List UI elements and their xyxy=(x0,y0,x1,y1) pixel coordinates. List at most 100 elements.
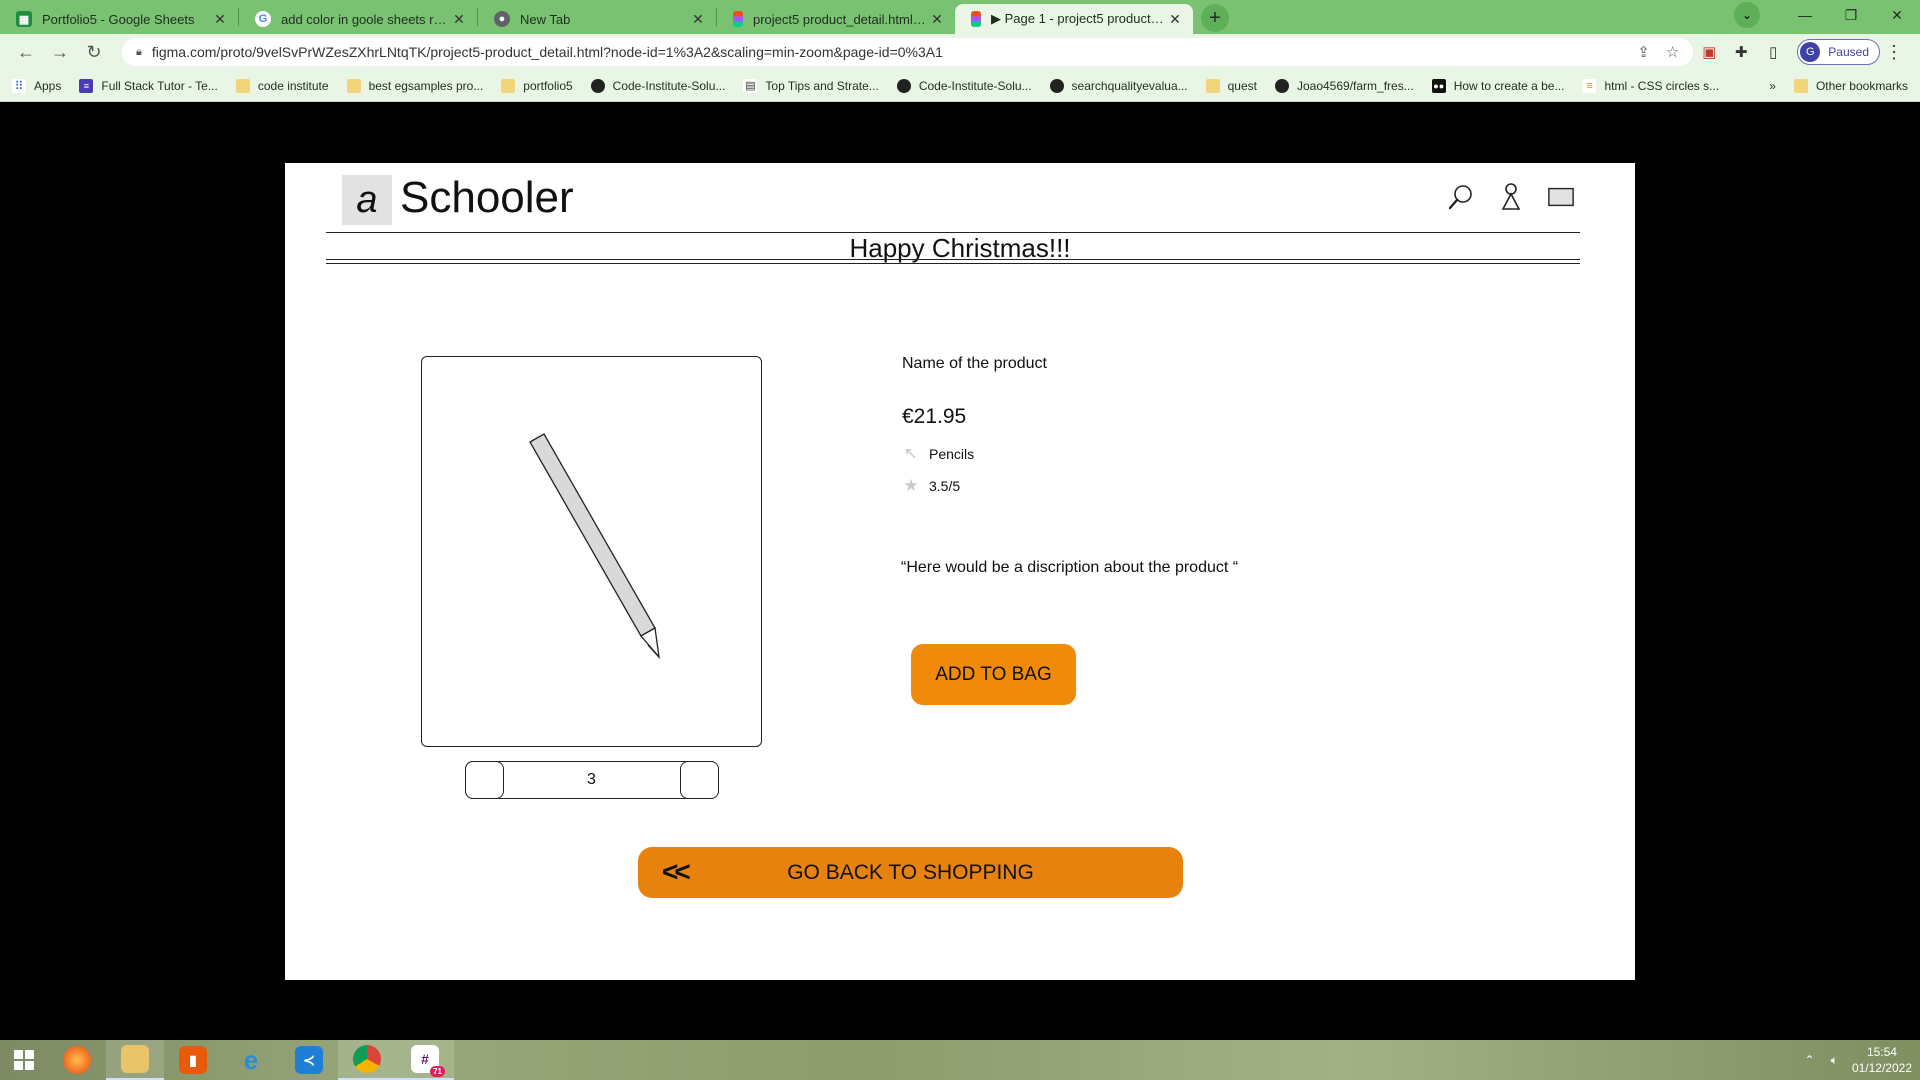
site-icon xyxy=(1049,78,1064,93)
bookmark-item[interactable]: ≡ html - CSS circles s... xyxy=(1582,78,1720,93)
logo-text[interactable]: Schooler xyxy=(400,173,574,223)
product-name: Name of the product xyxy=(902,355,1047,372)
back-arrow-icon[interactable]: ← xyxy=(12,42,40,63)
bookmark-label: Apps xyxy=(34,78,62,93)
account-icon[interactable] xyxy=(1497,183,1525,211)
chrome-icon[interactable] xyxy=(338,1040,396,1080)
chrome-icon: ● xyxy=(494,11,510,27)
kebab-menu-icon[interactable]: ⋮ xyxy=(1880,42,1908,63)
product-detail-frame: a Schooler Happy Christmas!!! 3 Name of … xyxy=(285,163,1635,980)
github-icon xyxy=(590,78,605,93)
notification-badge: 71 xyxy=(430,1066,445,1077)
bookmark-label: Other bookmarks xyxy=(1815,78,1908,93)
figma-icon xyxy=(971,11,981,27)
tab-google-search[interactable]: G add color in goole sheets row - G ✕ xyxy=(239,4,477,34)
product-image xyxy=(421,356,762,747)
bookmark-item[interactable]: Code-Institute-Solu... xyxy=(896,78,1032,93)
tab-portfolio5-sheets[interactable]: ▦ Portfolio5 - Google Sheets ✕ xyxy=(0,4,238,34)
url-text[interactable]: figma.com/proto/9velSvPrWZesZXhrLNtqTK/p… xyxy=(152,44,1621,60)
banner-bottom-line xyxy=(326,259,1580,260)
side-panel-icon[interactable]: ▯ xyxy=(1757,43,1789,61)
profile-button[interactable]: G Paused xyxy=(1797,39,1880,65)
github-icon xyxy=(1274,78,1289,93)
bookmark-label: searchqualityevalua... xyxy=(1071,78,1188,93)
add-to-bag-button[interactable]: ADD TO BAG xyxy=(911,644,1076,705)
tab-search-chevron-icon[interactable]: ⌄ xyxy=(1734,2,1760,28)
category-label: Pencils xyxy=(929,446,975,462)
bookmark-apps[interactable]: ⠿ Apps xyxy=(12,78,62,93)
bookmark-item[interactable]: ●● How to create a be... xyxy=(1431,78,1565,93)
figma-icon xyxy=(733,11,743,27)
stackoverflow-icon: ≡ xyxy=(1582,78,1597,93)
forward-arrow-icon[interactable]: → xyxy=(46,42,74,63)
bookmark-item[interactable]: ▤ Top Tips and Strate... xyxy=(743,78,879,93)
tab-figma-file[interactable]: project5 product_detail.html – Fi ✕ xyxy=(717,4,955,34)
increment-button[interactable] xyxy=(679,760,719,799)
bookmark-label: html - CSS circles s... xyxy=(1604,78,1720,93)
bookmark-label: Top Tips and Strate... xyxy=(765,78,879,93)
other-bookmarks[interactable]: Other bookmarks xyxy=(1793,78,1908,93)
bookmark-item[interactable]: Code-Institute-Solu... xyxy=(590,78,725,93)
close-icon[interactable]: ✕ xyxy=(929,11,945,28)
puzzle-extensions-icon[interactable]: ✚ xyxy=(1725,43,1757,61)
internet-explorer-icon[interactable]: e xyxy=(222,1040,280,1080)
product-category[interactable]: ↖ Pencils xyxy=(902,444,975,463)
overflow-chevron-icon: » xyxy=(1769,78,1776,93)
window-close-icon[interactable]: ✕ xyxy=(1874,7,1920,24)
reload-icon[interactable]: ↻ xyxy=(80,42,108,63)
close-icon[interactable]: ✕ xyxy=(212,11,228,28)
windows-start-icon[interactable] xyxy=(0,1040,48,1080)
bookmark-item[interactable]: searchqualityevalua... xyxy=(1049,78,1188,93)
bookmark-item[interactable]: Joao4569/farm_fres... xyxy=(1274,78,1414,93)
bookmark-label: Code-Institute-Solu... xyxy=(918,78,1032,93)
bookmark-star-icon[interactable]: ☆ xyxy=(1666,43,1679,61)
product-description: “Here would be a discription about the p… xyxy=(901,559,1239,576)
slack-icon[interactable]: #71 xyxy=(396,1040,454,1080)
vscode-icon[interactable]: ≺ xyxy=(280,1040,338,1080)
close-icon[interactable]: ✕ xyxy=(1167,11,1183,28)
minimize-icon[interactable]: — xyxy=(1782,7,1828,23)
extension-icon[interactable]: ▣ xyxy=(1693,43,1725,61)
logo-letter: a xyxy=(356,178,378,221)
go-back-to-shopping-button[interactable]: << GO BACK TO SHOPPING xyxy=(638,847,1183,898)
rating-value: 3.5/5 xyxy=(929,478,961,494)
restore-icon[interactable]: ❐ xyxy=(1828,7,1874,24)
search-icon[interactable] xyxy=(1447,183,1475,211)
lock-icon[interactable]: 🔒︎ xyxy=(136,46,142,59)
firefox-icon[interactable] xyxy=(48,1040,106,1080)
bookmark-folder[interactable]: quest xyxy=(1205,78,1257,93)
quantity-stepper[interactable]: 3 xyxy=(464,760,719,799)
office-icon[interactable]: ▮ xyxy=(164,1040,222,1080)
volume-icon[interactable]: 🔈︎ xyxy=(1831,1053,1838,1068)
bookmarks-bar: ⠿ Apps ≡ Full Stack Tutor - Te... code ins… xyxy=(0,70,1920,102)
logo-mark[interactable]: a xyxy=(342,175,392,225)
bookmark-label: portfolio5 xyxy=(523,78,573,93)
bookmark-folder[interactable]: best egsamples pro... xyxy=(346,78,483,93)
tab-new-tab[interactable]: ● New Tab ✕ xyxy=(478,4,716,34)
clock[interactable]: 15:54 01/12/2022 xyxy=(1852,1044,1912,1076)
pencil-icon xyxy=(529,433,660,660)
tab-figma-prototype[interactable]: ▶ Page 1 - project5 product_det ✕ xyxy=(955,4,1193,34)
bookmarks-overflow-button[interactable]: » xyxy=(1769,79,1776,93)
bookmark-folder[interactable]: portfolio5 xyxy=(501,78,573,93)
share-icon[interactable]: ⇪ xyxy=(1637,43,1650,61)
close-icon[interactable]: ✕ xyxy=(690,11,706,28)
avatar: G xyxy=(1800,42,1821,62)
folder-icon xyxy=(1793,78,1808,93)
bookmark-folder[interactable]: code institute xyxy=(235,78,329,93)
star-icon: ★ xyxy=(903,476,919,495)
new-tab-button[interactable]: + xyxy=(1201,4,1229,32)
address-bar[interactable]: 🔒︎ figma.com/proto/9velSvPrWZesZXhrLNtqT… xyxy=(122,38,1694,66)
bag-icon[interactable] xyxy=(1547,183,1575,211)
bookmark-item[interactable]: ≡ Full Stack Tutor - Te... xyxy=(79,78,218,93)
banner-bottom-line xyxy=(326,263,1580,264)
folder-icon xyxy=(346,78,361,93)
site-icon: ≡ xyxy=(79,78,94,93)
windows-taskbar: ▮ e ≺ #71 ⌃ 🔈︎ 15:54 01/12/2022 xyxy=(0,1040,1920,1080)
close-icon[interactable]: ✕ xyxy=(451,11,467,28)
bookmark-label: How to create a be... xyxy=(1453,78,1565,93)
file-explorer-icon[interactable] xyxy=(106,1040,164,1080)
sheets-icon: ▦ xyxy=(16,11,32,27)
bookmark-label: code institute xyxy=(257,78,329,93)
tray-chevron-icon[interactable]: ⌃ xyxy=(1805,1053,1815,1067)
